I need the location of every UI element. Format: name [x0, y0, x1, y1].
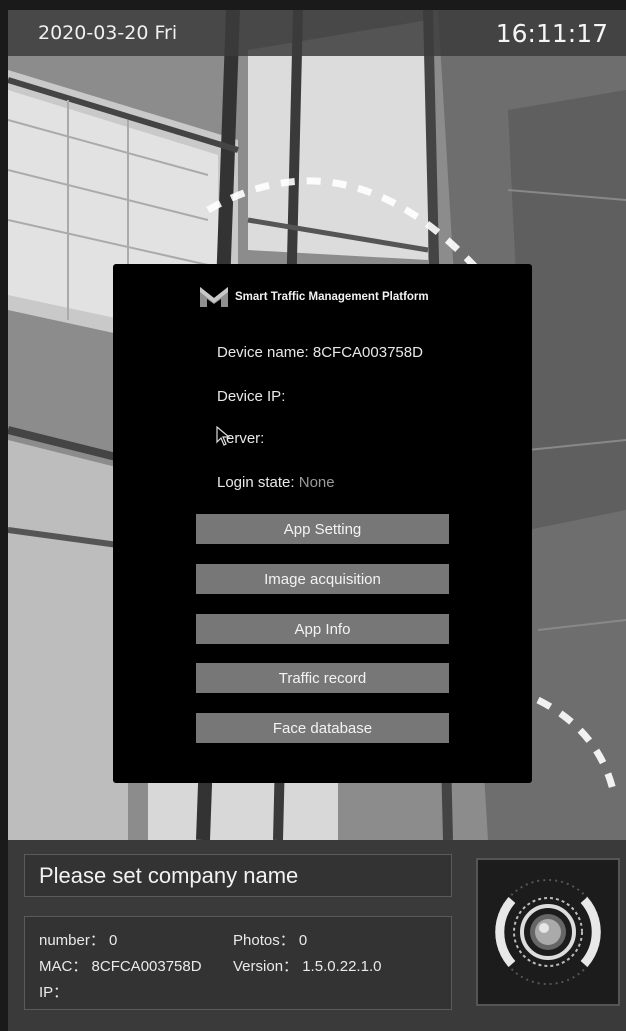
- mac-stat: MAC： 8CFCA003758D: [39, 955, 202, 976]
- device-stats-box: number： 0 Photos： 0 MAC： 8CFCA003758D Ve…: [24, 916, 452, 1010]
- photos-value: 0: [298, 932, 308, 949]
- number-stat: number： 0: [39, 929, 117, 950]
- ip-label: IP：: [39, 984, 69, 1001]
- mac-value: 8CFCA003758D: [91, 958, 202, 975]
- dialog-header: Smart Traffic Management Platform: [199, 284, 429, 310]
- company-name: Please set company name: [39, 863, 299, 888]
- device-name-label: Device name:: [217, 344, 313, 361]
- mac-label: MAC：: [39, 958, 88, 975]
- face-scan-icon: [478, 860, 618, 1004]
- version-label: Version：: [233, 958, 299, 975]
- traffic-record-button[interactable]: Traffic record: [196, 663, 449, 693]
- version-value: 1.5.0.22.1.0: [302, 958, 382, 975]
- bottom-info-panel: Please set company name number： 0 Photos…: [8, 840, 626, 1031]
- number-label: number：: [39, 932, 105, 949]
- ip-stat: IP：: [39, 981, 68, 1002]
- image-acquisition-button[interactable]: Image acquisition: [196, 564, 449, 594]
- login-state-label: Login state:: [217, 474, 299, 491]
- menu-dialog: Smart Traffic Management Platform Device…: [113, 264, 532, 783]
- clock-text: 16:11:17: [495, 19, 608, 48]
- company-name-box: Please set company name: [24, 854, 452, 897]
- login-state-row: Login state: None: [217, 474, 335, 491]
- app-info-button[interactable]: App Info: [196, 614, 449, 644]
- login-state-value: None: [298, 474, 335, 491]
- platform-title: Smart Traffic Management Platform: [235, 291, 429, 303]
- photos-label: Photos：: [233, 932, 295, 949]
- status-bar: 2020-03-20 Fri 16:11:17: [8, 10, 626, 56]
- photos-stat: Photos： 0: [233, 929, 307, 950]
- app-setting-button[interactable]: App Setting: [196, 514, 449, 544]
- face-database-button[interactable]: Face database: [196, 713, 449, 743]
- date-text: 2020-03-20 Fri: [38, 22, 178, 44]
- face-scan-box: [476, 858, 620, 1006]
- device-ip-row: Device IP:: [217, 388, 285, 405]
- device-ip-label: Device IP:: [217, 388, 286, 405]
- number-value: 0: [109, 932, 118, 949]
- device-name-value: 8CFCA003758D: [312, 344, 423, 361]
- device-name-row: Device name: 8CFCA003758D: [217, 344, 423, 361]
- version-stat: Version： 1.5.0.22.1.0: [233, 955, 381, 976]
- m-logo-icon: [200, 287, 228, 307]
- mouse-cursor-icon: [216, 426, 231, 446]
- screen: 2020-03-20 Fri 16:11:17 Smart Traffic Ma…: [0, 0, 626, 1031]
